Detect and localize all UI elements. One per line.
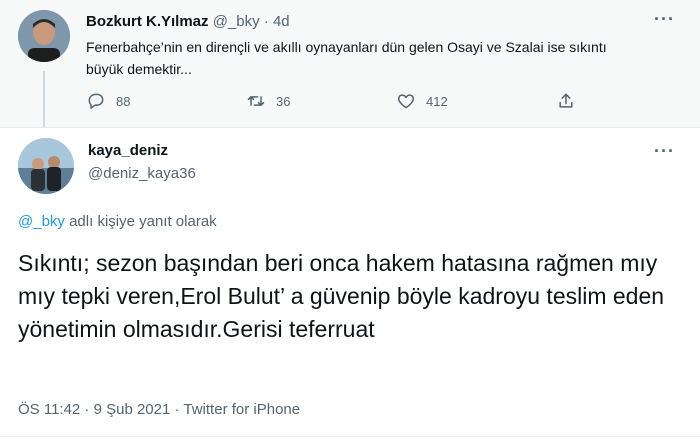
tweet-age[interactable]: 4d — [273, 13, 290, 30]
share-icon — [559, 93, 573, 108]
reply-count: 88 — [116, 93, 131, 109]
like-count: 412 — [426, 93, 448, 109]
separator: · — [263, 13, 269, 30]
more-icon[interactable]: ··· — [654, 141, 675, 162]
reply-button[interactable]: 88 — [86, 91, 130, 111]
author-name[interactable]: kaya_deniz — [88, 142, 168, 159]
share-button[interactable] — [556, 91, 586, 111]
tweet-text: Sıkıntı; sezon başından beri onca hakem … — [18, 250, 665, 342]
tweet-timestamp[interactable]: ÖS 11:42 · 9 Şub 2021 · Twitter for iPho… — [18, 401, 300, 418]
reply-context: @_bky adlı kişiye yanıt olarak — [18, 213, 217, 230]
author-handle[interactable]: @deniz_kaya36 — [88, 165, 196, 182]
avatar[interactable] — [18, 10, 70, 62]
author-handle[interactable]: @_bky — [213, 13, 260, 30]
thread-connector — [43, 71, 45, 127]
retweet-button[interactable]: 36 — [246, 91, 290, 111]
more-icon[interactable]: ··· — [654, 9, 675, 30]
reply-mention-link[interactable]: @_bky — [18, 213, 65, 230]
author-name[interactable]: Bozkurt K.Yılmaz — [86, 13, 209, 30]
reply-icon — [88, 93, 104, 109]
avatar[interactable] — [18, 138, 74, 194]
retweet-count: 36 — [276, 93, 291, 109]
parent-tweet-text: Fenerbahçe’nin en dirençli ve akıllı oyn… — [86, 39, 607, 77]
retweet-icon — [247, 96, 265, 106]
reply-context-label: adlı kişiye yanıt olarak — [69, 213, 217, 230]
like-button[interactable]: 412 — [396, 91, 448, 111]
like-icon — [397, 94, 415, 109]
parent-author-row: Bozkurt K.Yılmaz @_bky · 4d — [86, 13, 290, 30]
divider — [0, 436, 700, 437]
